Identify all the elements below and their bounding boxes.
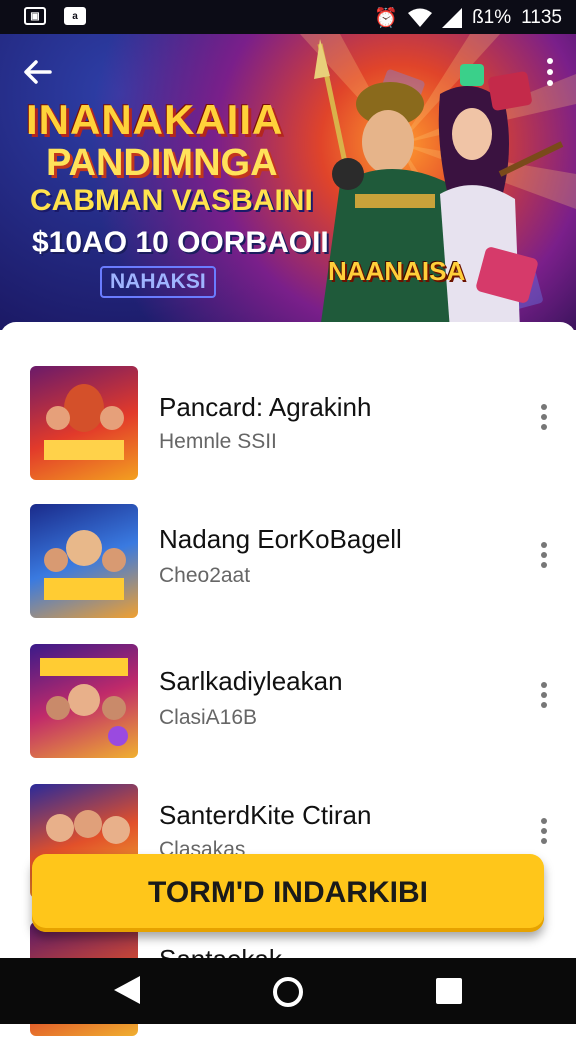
- game-thumbnail: [30, 366, 138, 480]
- hero-logo: NAANAISA: [328, 256, 466, 286]
- hero-title-line-3: CABMAN VASBAINI: [30, 184, 313, 217]
- item-more-button[interactable]: [536, 542, 552, 572]
- item-title: Pancard: Agrakinh: [159, 392, 372, 422]
- hero-title-line-1: INANAKAIIA: [26, 96, 284, 143]
- hero-badge: NAHAKSI: [100, 266, 216, 298]
- item-title: Nadang EorKoBagell: [159, 524, 402, 554]
- arrow-left-icon: [24, 60, 52, 84]
- hero-title-line-4: $10AO 10 OORBAOII: [32, 226, 329, 259]
- nav-back-icon[interactable]: [114, 976, 140, 1004]
- list-item[interactable]: Sarlkadiyleakan ClasiA16B: [0, 644, 576, 764]
- item-subtitle: Cheo2aat: [159, 564, 251, 587]
- image-notification-icon: ▣: [24, 7, 46, 25]
- back-button[interactable]: [22, 56, 62, 96]
- item-subtitle: ClasiA16B: [159, 706, 258, 729]
- overflow-menu-button[interactable]: [542, 58, 558, 98]
- item-title: Sarlkadiyleakan: [159, 666, 343, 696]
- nav-recents-icon[interactable]: [436, 978, 462, 1004]
- list-item[interactable]: Pancard: Agrakinh Hemnle SSII: [0, 366, 576, 486]
- wifi-icon: [408, 8, 433, 27]
- item-more-button[interactable]: [536, 818, 552, 848]
- hero-title-line-2: PANDIMNGA: [46, 142, 278, 184]
- list-item[interactable]: Nadang EorKoBagell Cheo2aat: [0, 504, 576, 624]
- status-time: 1135: [521, 7, 562, 28]
- game-thumbnail: [30, 504, 138, 618]
- system-navigation-bar: [0, 958, 576, 1024]
- item-title: SanterdKite Ctiran: [159, 800, 372, 830]
- status-bar: ▣ a ⏰ ß1% 1135: [0, 0, 576, 34]
- signal-icon: [442, 8, 463, 28]
- item-subtitle: Hemnle SSII: [159, 430, 277, 453]
- item-more-button[interactable]: [536, 682, 552, 712]
- nav-home-icon[interactable]: [273, 977, 303, 1007]
- primary-cta-button[interactable]: TORM'D INDARKIBI: [32, 854, 544, 932]
- hero-banner: INANAKAIIA PANDIMNGA CABMAN VASBAINI $10…: [0, 34, 576, 330]
- alarm-icon: ⏰: [374, 8, 399, 29]
- app-notification-icon: a: [64, 7, 86, 25]
- battery-text: ß1%: [472, 7, 512, 28]
- game-thumbnail: [30, 644, 138, 758]
- item-more-button[interactable]: [536, 404, 552, 434]
